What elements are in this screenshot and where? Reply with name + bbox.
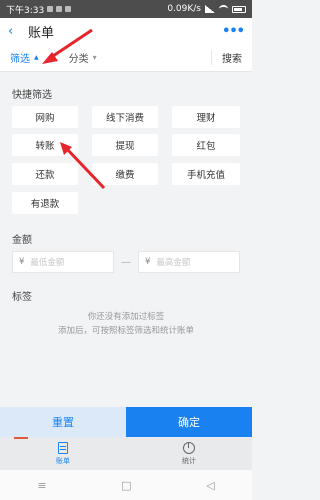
chip-offline-spending[interactable]: 线下消费 bbox=[92, 106, 158, 128]
page-title: 账单 bbox=[28, 25, 55, 41]
chevron-down-icon: ▾ bbox=[92, 53, 97, 62]
wifi-icon bbox=[219, 5, 228, 13]
max-amount-placeholder: 最高金额 bbox=[156, 258, 191, 268]
currency-symbol: ¥ bbox=[19, 257, 25, 267]
status-bar: 下午3:33 0.09K/s bbox=[0, 0, 252, 18]
chip-repayment[interactable]: 还款 bbox=[12, 163, 78, 185]
max-amount-input[interactable]: ¥ 最高金额 bbox=[138, 251, 240, 273]
amount-title: 金额 bbox=[12, 235, 32, 246]
amount-range: ¥ 最低金额 — ¥ 最高金额 bbox=[12, 250, 240, 274]
range-separator: — bbox=[121, 256, 131, 268]
chip-phone-topup[interactable]: 手机充值 bbox=[172, 163, 240, 185]
tab-bill-label: 账单 bbox=[56, 456, 70, 465]
top-bar: ‹ 账单 ••• bbox=[0, 18, 252, 44]
chip-transfer[interactable]: 转账 bbox=[12, 134, 78, 156]
tab-stats[interactable]: 统计 bbox=[126, 437, 252, 470]
chip-refunded[interactable]: 有退款 bbox=[12, 192, 78, 214]
chip-red-packet[interactable]: 红包 bbox=[172, 134, 240, 156]
bottom-tab-bar: 账单 统计 bbox=[0, 437, 252, 470]
min-amount-input[interactable]: ¥ 最低金额 bbox=[12, 251, 114, 273]
tab-stats-label: 统计 bbox=[182, 456, 196, 465]
tags-empty-line2: 添加后，可按照标签筛选和统计账单 bbox=[57, 326, 194, 336]
search-button[interactable]: 搜索 bbox=[211, 50, 242, 65]
back-icon[interactable]: ‹ bbox=[8, 24, 24, 39]
chip-bill-payment[interactable]: 缴费 bbox=[92, 163, 158, 185]
category-label: 分类 bbox=[68, 54, 89, 65]
bill-icon bbox=[58, 441, 68, 454]
filter-bar: 筛选 ▲ 分类 ▾ 搜索 bbox=[0, 44, 252, 72]
app-icon bbox=[56, 6, 63, 12]
back-nav-icon[interactable]: ◁ bbox=[206, 479, 214, 492]
chip-finance[interactable]: 理财 bbox=[172, 106, 240, 128]
app-icon-2 bbox=[65, 6, 72, 12]
signal-icon bbox=[205, 5, 215, 13]
category-tab[interactable]: 分类 ▾ bbox=[69, 50, 97, 65]
battery-icon bbox=[232, 5, 246, 13]
caret-up-icon: ▲ bbox=[34, 54, 39, 61]
stats-icon bbox=[183, 441, 195, 454]
min-amount-placeholder: 最低金额 bbox=[30, 258, 65, 268]
confirm-button[interactable]: 确定 bbox=[126, 407, 252, 437]
tags-title: 标签 bbox=[12, 292, 32, 303]
currency-symbol: ¥ bbox=[145, 257, 151, 267]
menu-icon[interactable]: ≡ bbox=[37, 479, 46, 492]
status-time: 下午3:33 bbox=[6, 5, 45, 16]
chip-online-shopping[interactable]: 网购 bbox=[12, 106, 78, 128]
system-nav-bar: ≡ □ ◁ bbox=[0, 470, 252, 500]
network-speed: 0.09K/s bbox=[167, 4, 201, 14]
tab-bill[interactable]: 账单 bbox=[0, 437, 126, 470]
filter-tab[interactable]: 筛选 ▲ bbox=[10, 50, 39, 65]
quick-filter-title: 快捷筛选 bbox=[12, 90, 52, 101]
tags-empty-line1: 你还没有添加过标签 bbox=[87, 312, 165, 322]
filter-label: 筛选 bbox=[10, 54, 30, 65]
more-icon[interactable]: ••• bbox=[222, 24, 245, 39]
reset-button[interactable]: 重置 bbox=[0, 407, 126, 437]
chip-withdraw[interactable]: 提现 bbox=[92, 134, 158, 156]
notification-icon bbox=[47, 6, 54, 12]
home-icon[interactable]: □ bbox=[121, 479, 131, 492]
tab-indicator bbox=[14, 437, 28, 439]
